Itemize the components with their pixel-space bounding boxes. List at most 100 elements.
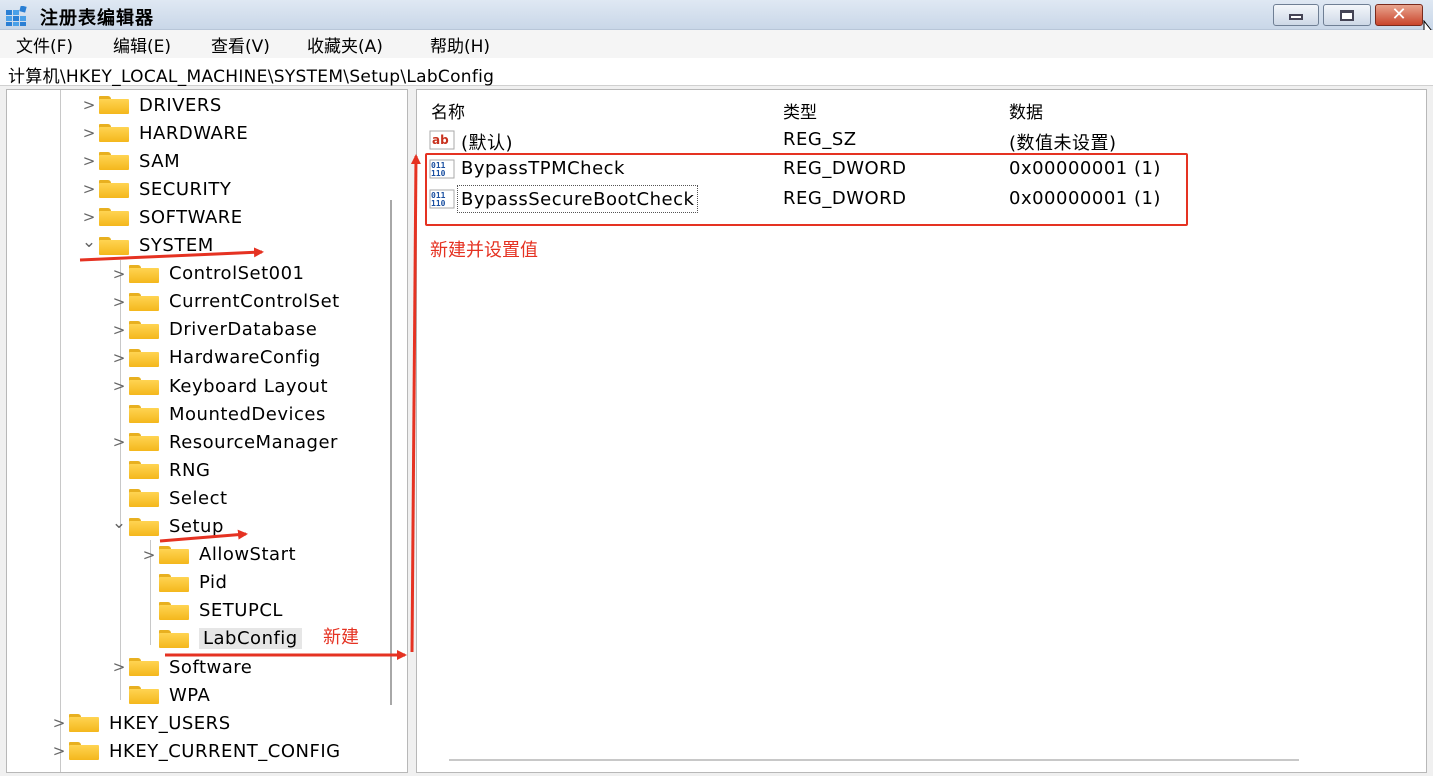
registry-editor-icon bbox=[6, 6, 27, 26]
tree-node[interactable]: > ResourceManager bbox=[109, 428, 338, 456]
menu-help[interactable]: 帮助(H) bbox=[430, 32, 490, 57]
chevron-right-icon[interactable]: > bbox=[109, 377, 129, 395]
tree-node-label: SYSTEM bbox=[139, 235, 214, 256]
chevron-right-icon[interactable]: > bbox=[109, 658, 129, 676]
value-data: (数值未设置) bbox=[1009, 133, 1117, 154]
chevron-right-icon[interactable]: > bbox=[139, 546, 159, 564]
tree-node-label: Keyboard Layout bbox=[169, 375, 329, 397]
folder-icon bbox=[129, 292, 159, 311]
chevron-right-icon[interactable]: > bbox=[109, 293, 129, 311]
folder-icon bbox=[99, 96, 129, 114]
value-type: REG_SZ bbox=[783, 129, 857, 150]
tree-node[interactable]: LabConfig bbox=[139, 625, 302, 653]
minimize-button[interactable] bbox=[1273, 4, 1319, 26]
folder-icon bbox=[129, 489, 159, 508]
folder-icon bbox=[99, 180, 129, 199]
tree-node[interactable]: > CurrentControlSet bbox=[109, 288, 340, 316]
menu-edit[interactable]: 编辑(E) bbox=[113, 32, 171, 57]
tree-node-label: MountedDevices bbox=[169, 403, 326, 425]
tree-node[interactable]: > DRIVERS bbox=[79, 91, 222, 119]
tree-node-label: ResourceManager bbox=[169, 431, 338, 453]
menu-favorites[interactable]: 收藏夹(A) bbox=[307, 32, 383, 57]
registry-tree-pane[interactable]: > DRIVERS > HARDWARE > SAM > SECURITY > SOFTWARE ⌄… bbox=[6, 89, 408, 773]
column-header-type[interactable]: 类型 bbox=[783, 98, 817, 123]
pane-splitter[interactable] bbox=[408, 89, 416, 773]
column-header-data[interactable]: 数据 bbox=[1009, 98, 1043, 123]
chevron-right-icon[interactable]: > bbox=[109, 349, 129, 367]
tree-scrollbar[interactable] bbox=[390, 200, 392, 705]
tree-node[interactable]: ⌄ SYSTEM bbox=[79, 232, 214, 260]
annotation-new-values: 新建并设置值 bbox=[430, 240, 538, 261]
chevron-right-icon[interactable]: > bbox=[109, 321, 129, 339]
tree-node-label: HKEY_USERS bbox=[109, 712, 231, 734]
tree-node[interactable]: > ControlSet001 bbox=[109, 260, 304, 288]
chevron-right-icon[interactable]: > bbox=[79, 208, 99, 226]
folder-icon bbox=[99, 152, 129, 171]
tree-node-label: SOFTWARE bbox=[139, 206, 243, 228]
chevron-right-icon[interactable]: > bbox=[109, 433, 129, 451]
value-row-default[interactable]: ab (默认) REG_SZ (数值未设置) bbox=[427, 126, 1407, 154]
tree-node[interactable]: SETUPCL bbox=[139, 597, 283, 625]
address-bar[interactable]: 计算机\HKEY_LOCAL_MACHINE\SYSTEM\Setup\LabC… bbox=[0, 58, 1433, 87]
tree-node-label: HARDWARE bbox=[139, 122, 249, 144]
chevron-right-icon[interactable]: > bbox=[79, 152, 99, 170]
list-horizontal-scrollbar[interactable] bbox=[449, 759, 1299, 761]
tree-guide-line bbox=[60, 90, 61, 772]
tree-node[interactable]: Pid bbox=[139, 569, 227, 597]
tree-node[interactable]: RNG bbox=[109, 456, 210, 484]
tree-node-label: HardwareConfig bbox=[169, 347, 321, 369]
tree-node[interactable]: > DriverDatabase bbox=[109, 316, 317, 344]
tree-node[interactable]: Select bbox=[109, 484, 228, 512]
tree-node-label: SETUPCL bbox=[199, 600, 283, 622]
tree-node-label: DriverDatabase bbox=[169, 319, 318, 341]
folder-icon bbox=[159, 601, 189, 620]
tree-node-label: CurrentControlSet bbox=[169, 291, 340, 313]
tree-node[interactable]: > Keyboard Layout bbox=[109, 372, 328, 400]
menu-view[interactable]: 查看(V) bbox=[211, 32, 270, 57]
tree-node[interactable]: > AllowStart bbox=[139, 541, 296, 569]
address-path[interactable]: 计算机\HKEY_LOCAL_MACHINE\SYSTEM\Setup\LabC… bbox=[8, 62, 494, 87]
tree-node[interactable]: > SECURITY bbox=[79, 175, 231, 203]
column-header-name[interactable]: 名称 bbox=[431, 98, 465, 123]
menu-file[interactable]: 文件(F) bbox=[16, 32, 73, 57]
tree-node-label: DRIVERS bbox=[139, 94, 222, 116]
tree-node[interactable]: > SAM bbox=[79, 147, 180, 175]
folder-icon bbox=[99, 124, 129, 143]
chevron-right-icon[interactable]: > bbox=[79, 180, 99, 198]
svg-text:ab: ab bbox=[432, 133, 449, 147]
chevron-right-icon[interactable]: > bbox=[79, 124, 99, 142]
window-title: 注册表编辑器 bbox=[40, 8, 154, 29]
tree-node[interactable]: > SOFTWARE bbox=[79, 203, 243, 231]
folder-icon bbox=[129, 517, 159, 536]
value-name: (默认) bbox=[461, 133, 514, 154]
folder-icon bbox=[129, 461, 159, 480]
folder-icon bbox=[129, 377, 159, 395]
maximize-button[interactable] bbox=[1323, 4, 1371, 26]
title-bar[interactable]: 注册表编辑器 ✕ bbox=[0, 0, 1433, 30]
maximize-icon bbox=[1340, 9, 1354, 21]
tree-node-label: SECURITY bbox=[139, 178, 232, 200]
tree-node[interactable]: > HARDWARE bbox=[79, 119, 248, 147]
chevron-right-icon[interactable]: > bbox=[49, 714, 69, 732]
tree-node[interactable]: > HKEY_CURRENT_CONFIG bbox=[49, 737, 341, 765]
tree-node-label: LabConfig bbox=[199, 628, 302, 650]
tree-node-label: Software bbox=[169, 656, 253, 678]
chevron-right-icon[interactable]: > bbox=[49, 742, 69, 760]
tree-node-label: ControlSet001 bbox=[169, 263, 305, 285]
chevron-right-icon[interactable]: > bbox=[109, 265, 129, 283]
tree-node[interactable]: ⌄ Setup bbox=[109, 513, 224, 541]
folder-icon bbox=[69, 742, 99, 761]
chevron-down-icon[interactable]: ⌄ bbox=[79, 232, 99, 252]
folder-icon bbox=[159, 629, 189, 648]
annotation-new-key: 新建 bbox=[323, 627, 359, 648]
folder-icon bbox=[159, 573, 189, 592]
chevron-right-icon[interactable]: > bbox=[79, 96, 99, 114]
tree-node[interactable]: > HardwareConfig bbox=[109, 344, 321, 372]
tree-node[interactable]: > Software bbox=[109, 653, 252, 681]
tree-node[interactable]: > HKEY_USERS bbox=[49, 709, 231, 737]
folder-icon bbox=[99, 236, 129, 255]
tree-node[interactable]: WPA bbox=[109, 681, 210, 709]
tree-node[interactable]: MountedDevices bbox=[109, 400, 326, 428]
close-button[interactable]: ✕ bbox=[1375, 4, 1423, 26]
chevron-down-icon[interactable]: ⌄ bbox=[109, 513, 129, 533]
